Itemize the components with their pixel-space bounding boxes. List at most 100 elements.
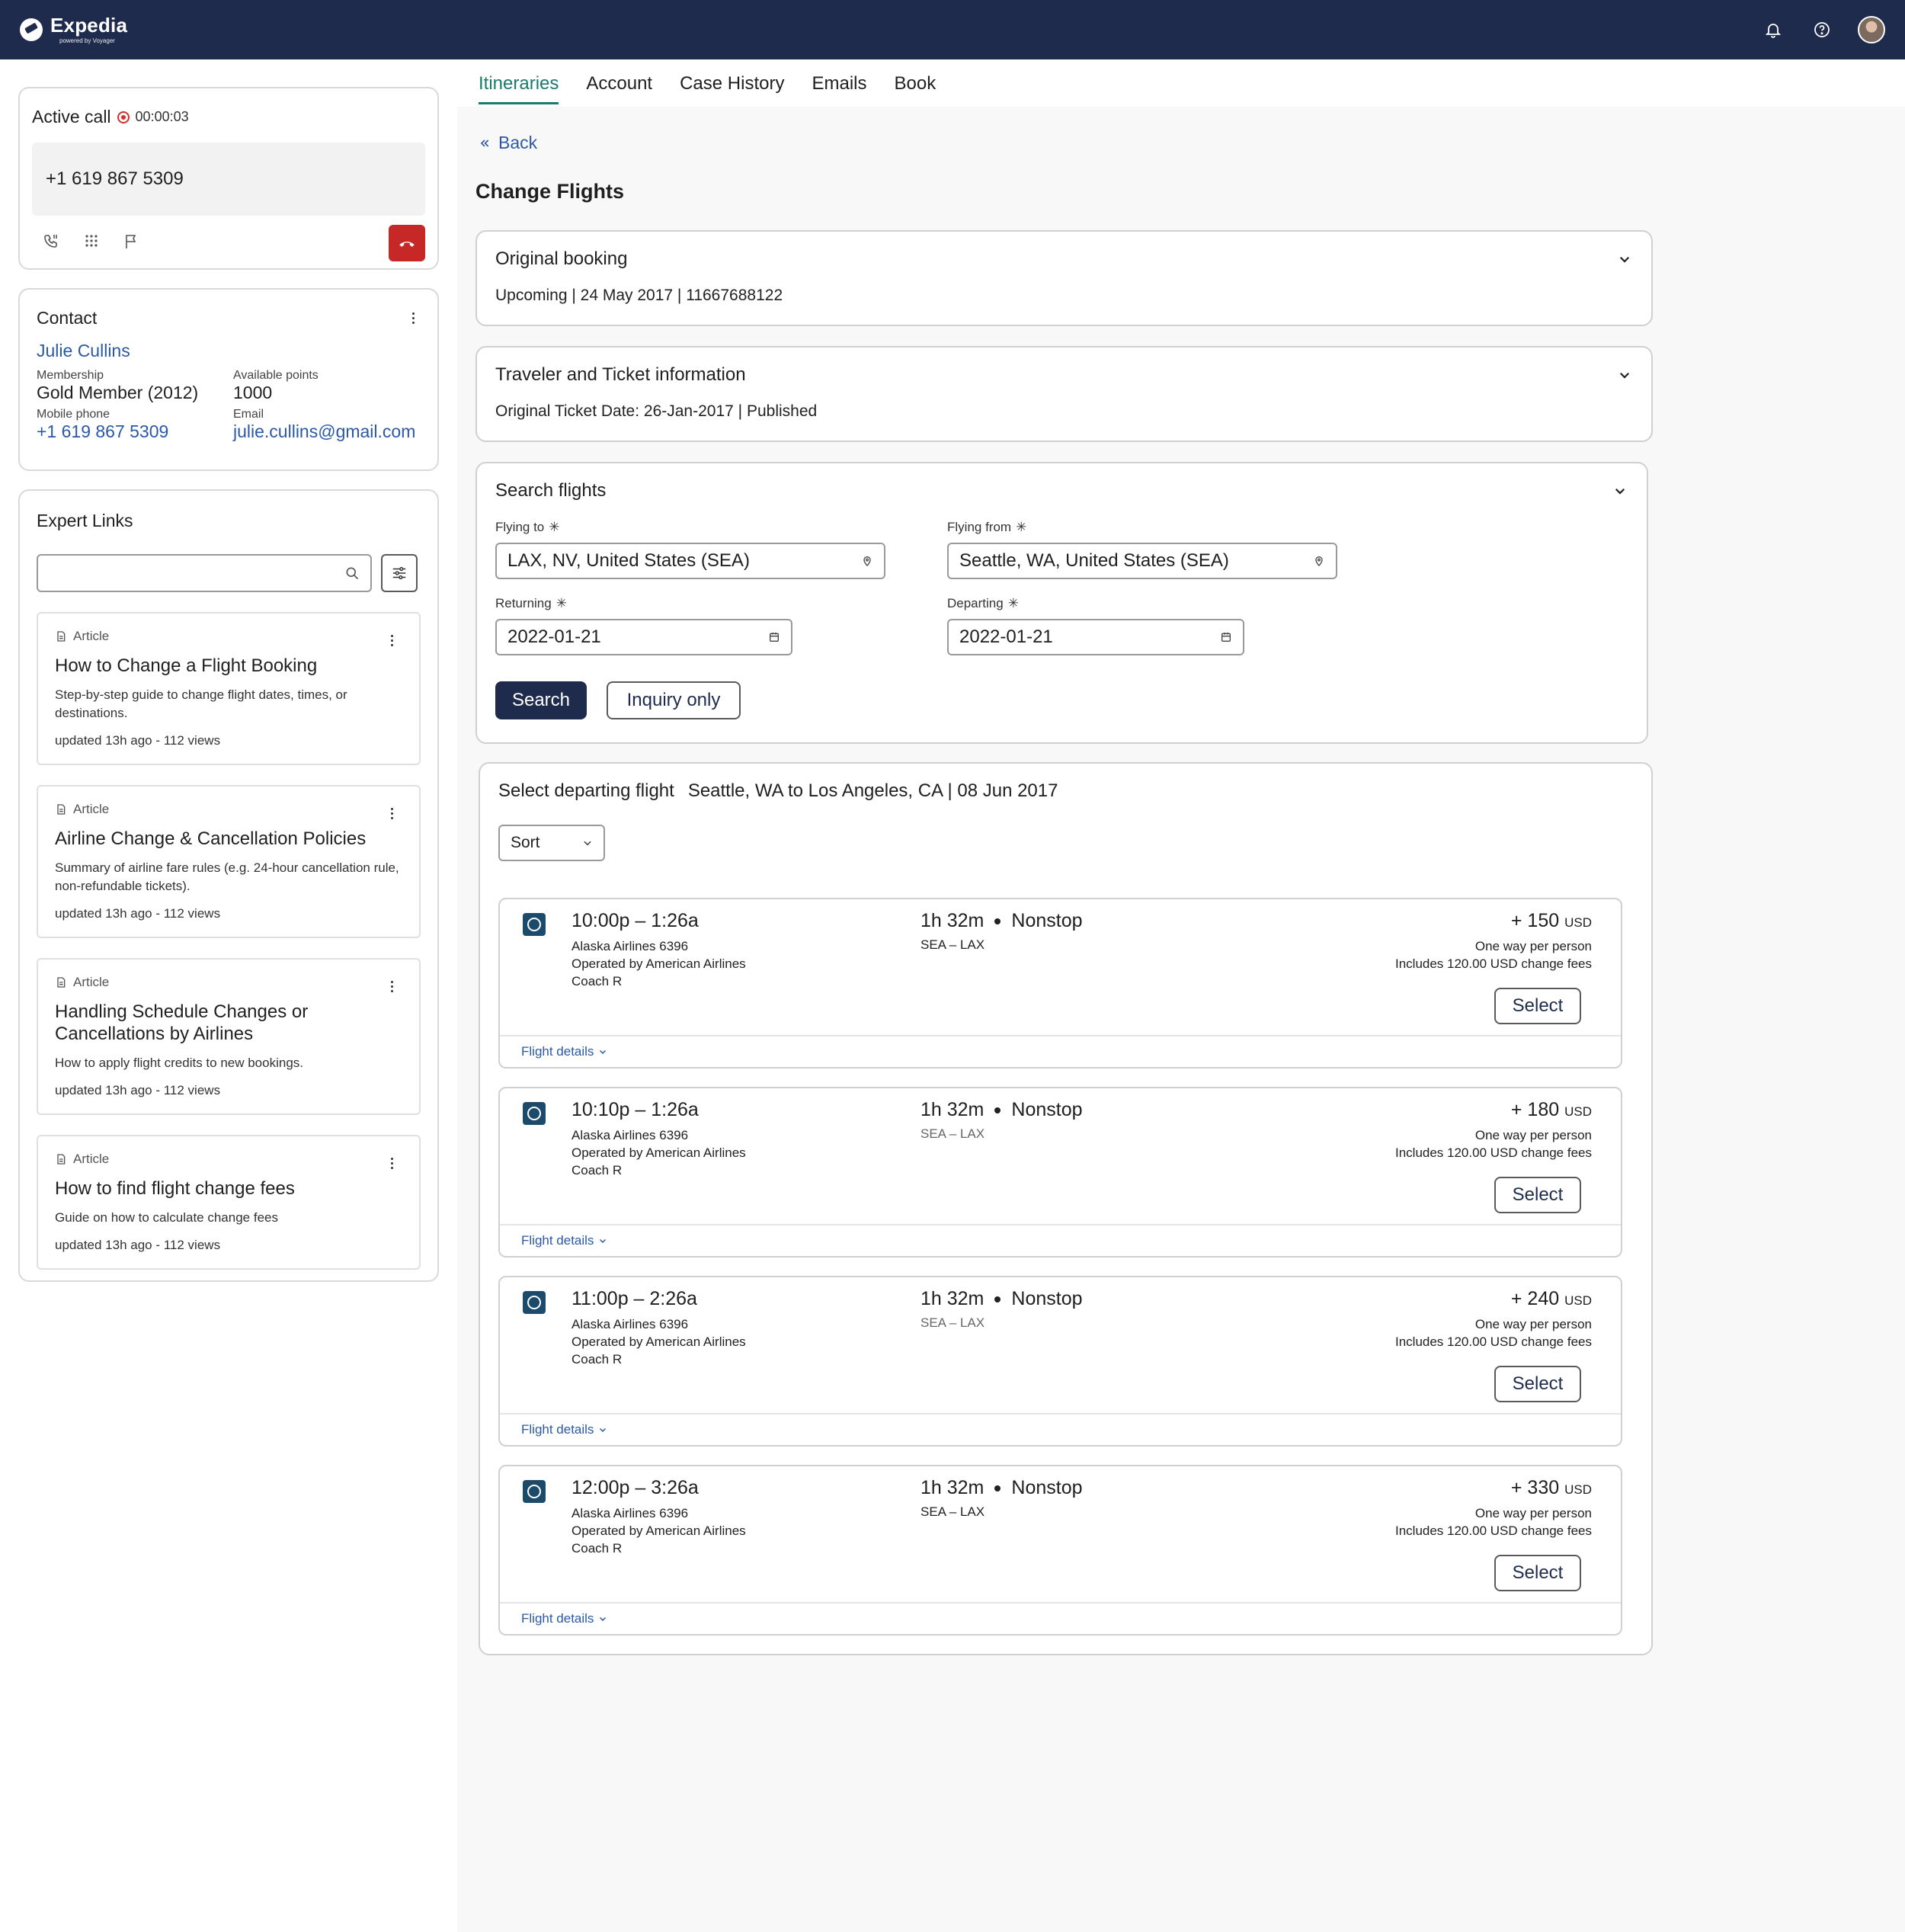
tab-itineraries[interactable]: Itineraries	[479, 73, 559, 104]
article-card[interactable]: Article Handling Schedule Changes or Can…	[37, 958, 421, 1115]
calendar-icon	[770, 633, 779, 642]
call-actions	[32, 225, 425, 261]
flight-details-toggle[interactable]: Flight details	[500, 1413, 1621, 1445]
flying-from-value: Seattle, WA, United States (SEA)	[959, 550, 1229, 571]
flight-route: SEA – LAX	[920, 1315, 985, 1330]
flight-details-label: Flight details	[521, 1422, 594, 1437]
inquiry-only-button[interactable]: Inquiry only	[607, 681, 741, 719]
contact-menu-icon[interactable]	[405, 312, 421, 324]
article-meta: updated 13h ago - 112 views	[55, 1083, 221, 1097]
article-description: How to apply flight credits to new booki…	[55, 1056, 304, 1070]
email-link[interactable]: julie.cullins@gmail.com	[233, 421, 421, 442]
flight-price-currency: USD	[1564, 1293, 1592, 1308]
sort-dropdown[interactable]: Sort	[498, 825, 605, 861]
search-icon[interactable]	[344, 566, 360, 585]
flight-price-info: One way per person Includes 120.00 USD c…	[1395, 1126, 1592, 1161]
article-menu-icon[interactable]	[384, 635, 399, 646]
flight-change-fees: Includes 120.00 USD change fees	[1394, 1145, 1592, 1160]
points-field: Available points 1000	[233, 369, 421, 403]
alaska-airlines-logo-icon	[523, 913, 546, 936]
tab-account[interactable]: Account	[586, 73, 652, 104]
article-meta: updated 13h ago - 112 views	[55, 906, 221, 921]
brand-name: Expedia	[50, 14, 128, 37]
help-icon[interactable]	[1809, 17, 1835, 43]
flight-route: SEA – LAX	[920, 1504, 985, 1519]
caller-phone-number: +1 619 867 5309	[32, 143, 425, 216]
separator-dot	[994, 918, 1001, 924]
article-card[interactable]: Article How to find flight change fees G…	[37, 1135, 421, 1270]
brand-subtitle: powered by Voyager	[59, 37, 115, 44]
chevron-down-icon	[600, 1049, 607, 1055]
separator-dot	[994, 1107, 1001, 1113]
select-flight-button[interactable]: Select	[1494, 988, 1581, 1024]
flight-operator: Operated by American Airlines	[572, 1145, 746, 1160]
flag-icon[interactable]	[122, 232, 140, 255]
departing-date-field[interactable]: 2022-01-21	[947, 619, 1244, 655]
back-label: Back	[498, 133, 538, 152]
flight-stops: Nonstop	[1011, 1099, 1083, 1120]
brand-text: Expedia powered by Voyager	[50, 15, 127, 44]
flight-duration: 1h 32m	[920, 1288, 985, 1309]
flight-cabin: Coach R	[572, 1352, 623, 1366]
tab-case-history[interactable]: Case History	[680, 73, 784, 104]
select-flight-button[interactable]: Select	[1494, 1366, 1581, 1402]
contact-name-link[interactable]: Julie Cullins	[37, 341, 421, 361]
returning-group: Returning ✳ 2022-01-21	[495, 596, 947, 655]
flight-details-toggle[interactable]: Flight details	[500, 1602, 1621, 1634]
article-menu-icon[interactable]	[384, 808, 399, 819]
user-avatar[interactable]	[1858, 16, 1885, 43]
chevron-down-icon[interactable]	[1616, 367, 1633, 383]
article-description: Summary of airline fare rules (e.g. 24-h…	[55, 860, 399, 893]
search-button[interactable]: Search	[495, 681, 587, 719]
search-actions: Search Inquiry only	[495, 681, 1628, 719]
flight-duration: 1h 32m	[920, 1099, 985, 1120]
select-flight-button[interactable]: Select	[1494, 1555, 1581, 1591]
search-form: Flying to ✳ LAX, NV, United States (SEA)…	[495, 520, 1628, 655]
dialpad-icon[interactable]	[82, 232, 101, 255]
article-tag: Article	[55, 802, 402, 817]
article-menu-icon[interactable]	[384, 1158, 399, 1169]
brand-logo[interactable]: Expedia powered by Voyager	[20, 15, 127, 44]
flight-price-currency: USD	[1564, 915, 1592, 930]
expert-links-search-input[interactable]	[47, 556, 344, 589]
flight-details-toggle[interactable]: Flight details	[500, 1035, 1621, 1067]
tab-emails[interactable]: Emails	[812, 73, 866, 104]
flight-price: + 330 USD	[1511, 1477, 1592, 1499]
flying-to-label-row: Flying to ✳	[495, 520, 947, 535]
hangup-button[interactable]	[389, 225, 425, 261]
article-card[interactable]: Article Airline Change & Cancellation Po…	[37, 785, 421, 938]
returning-label: Returning	[495, 596, 552, 610]
double-chevron-left-icon	[480, 139, 489, 147]
flying-from-field[interactable]: Seattle, WA, United States (SEA)	[947, 543, 1337, 579]
mobile-phone-link[interactable]: +1 619 867 5309	[37, 421, 233, 442]
flying-from-group: Flying from ✳ Seattle, WA, United States…	[947, 520, 1628, 579]
bell-icon[interactable]	[1760, 17, 1786, 43]
flying-to-field[interactable]: LAX, NV, United States (SEA)	[495, 543, 885, 579]
contact-details: Membership Gold Member (2012) Available …	[37, 369, 421, 442]
flight-operator: Operated by American Airlines	[572, 1523, 746, 1538]
back-link[interactable]: Back	[479, 133, 537, 153]
flight-times: 10:00p – 1:26a	[572, 910, 699, 931]
mobile-field: Mobile phone +1 619 867 5309	[37, 408, 233, 442]
tab-book[interactable]: Book	[894, 73, 936, 104]
results-title: Select departing flight	[498, 780, 674, 801]
flight-details-toggle[interactable]: Flight details	[500, 1224, 1621, 1256]
departing-label-row: Departing ✳	[947, 596, 1628, 611]
chevron-down-icon[interactable]	[1616, 251, 1633, 268]
call-transfer-icon[interactable]	[43, 232, 61, 255]
flight-cabin: Coach R	[572, 974, 623, 988]
flight-airline: Alaska Airlines 6396	[572, 1128, 689, 1142]
article-card[interactable]: Article How to Change a Flight Booking S…	[37, 612, 421, 765]
flight-price-value: + 180	[1510, 1099, 1560, 1120]
flight-price-value: + 240	[1510, 1288, 1560, 1309]
flight-price-info: One way per person Includes 120.00 USD c…	[1395, 937, 1592, 972]
returning-date-field[interactable]: 2022-01-21	[495, 619, 792, 655]
select-flight-button[interactable]: Select	[1494, 1177, 1581, 1213]
email-label: Email	[233, 408, 264, 421]
filter-button[interactable]	[381, 554, 418, 592]
flight-change-fees: Includes 120.00 USD change fees	[1394, 1523, 1592, 1538]
chevron-down-icon[interactable]	[1612, 482, 1628, 499]
article-menu-icon[interactable]	[384, 981, 399, 992]
required-asterisk-icon: ✳	[555, 596, 567, 610]
flight-cabin: Coach R	[572, 1163, 623, 1177]
